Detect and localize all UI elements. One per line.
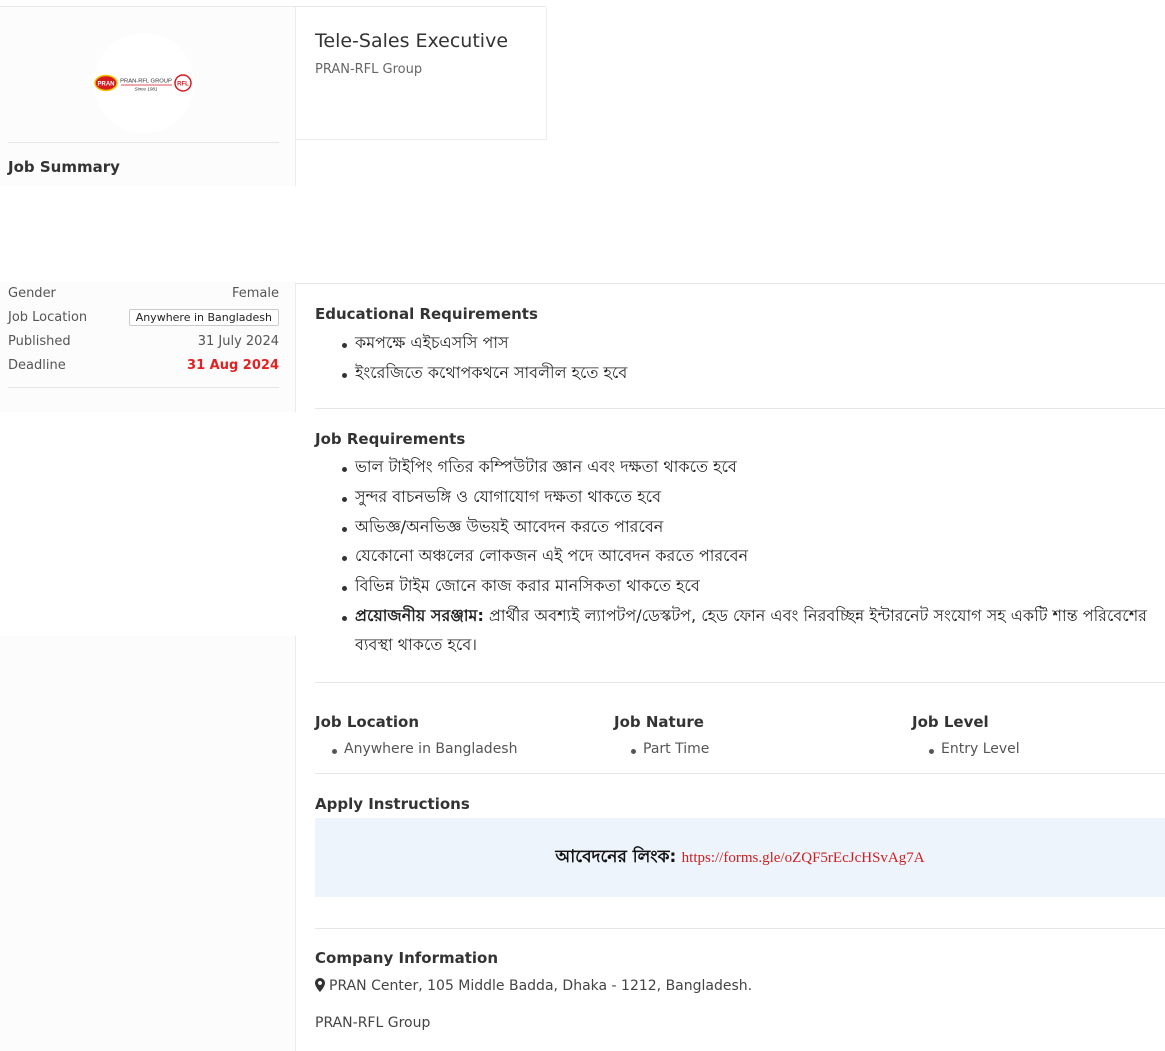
blank-area <box>0 186 298 282</box>
deadline-value: 31 Aug 2024 <box>187 358 279 373</box>
logo-brand-text: PRAN-RFL GROUP <box>120 79 172 85</box>
section-divider <box>315 682 1165 683</box>
requirements-title: Job Requirements <box>315 430 466 448</box>
map-marker-icon <box>315 978 325 992</box>
apply-box: আবেদনের লিংক: https://forms.gle/oZQF5rEc… <box>315 818 1165 897</box>
apply-label: আবেদনের লিংক: <box>555 847 677 867</box>
job-nature-title: Job Nature <box>614 713 704 731</box>
sidebar-divider <box>8 142 279 143</box>
apply-title: Apply Instructions <box>315 795 470 813</box>
summary-value: 31 July 2024 <box>197 334 279 349</box>
summary-row-published: Published 31 July 2024 <box>8 334 279 356</box>
sidebar-divider <box>8 387 279 388</box>
blank-area <box>296 140 1165 283</box>
company-address: PRAN Center, 105 Middle Badda, Dhaka - 1… <box>315 978 752 994</box>
summary-row-gender: Gender Female <box>8 286 279 308</box>
location-badge: Anywhere in Bangladesh <box>128 309 279 326</box>
logo-since-text: Since 1981 <box>135 87 158 92</box>
job-summary-title: Job Summary <box>8 158 120 176</box>
company-name: PRAN-RFL Group <box>315 1015 431 1031</box>
job-company: PRAN-RFL Group <box>315 62 423 77</box>
job-location-value: Anywhere in Bangladesh <box>330 741 517 757</box>
summary-value: Female <box>231 286 279 301</box>
logo-rfl-text: RFL <box>177 81 189 87</box>
list-item: যেকোনো অঞ্চলের লোকজন এই পদে আবেদন করতে প… <box>337 541 1157 571</box>
blank-area <box>0 412 296 636</box>
summary-row-location: Job Location Anywhere in Bangladesh <box>8 309 279 332</box>
job-level-value: Entry Level <box>927 741 1020 757</box>
education-list: কমপক্ষে এইচএসসি পাস ইংরেজিতে কথোপকথনে সা… <box>337 328 627 388</box>
pran-rfl-logo-icon: PRAN PRAN-RFL GROUP Since 1981 RFL <box>94 74 192 92</box>
list-item: কমপক্ষে এইচএসসি পাস <box>337 328 627 358</box>
list-item-equipment: প্রয়োজনীয় সরঞ্জাম: প্রার্থীর অবশ্যই ল্… <box>337 601 1157 659</box>
job-location-title: Job Location <box>315 713 420 731</box>
company-logo: PRAN PRAN-RFL GROUP Since 1981 RFL <box>94 33 194 133</box>
summary-label: Deadline <box>8 358 66 373</box>
requirements-list: ভাল টাইপিং গতির কম্পিউটার জ্ঞান এবং দক্ষ… <box>337 452 1157 659</box>
list-item: অভিজ্ঞ/অনভিজ্ঞ উভয়ই আবেদন করতে পারবেন <box>337 512 1157 542</box>
summary-label: Published <box>8 334 71 349</box>
address-text: PRAN Center, 105 Middle Badda, Dhaka - 1… <box>329 978 753 994</box>
apply-line: আবেদনের লিংক: https://forms.gle/oZQF5rEc… <box>315 844 1165 872</box>
list-item: বিভিন্ন টাইম জোনে কাজ করার মানসিকতা থাকত… <box>337 571 1157 601</box>
summary-label: Job Location <box>8 310 88 325</box>
equipment-label: প্রয়োজনীয় সরঞ্জাম: <box>355 605 484 625</box>
section-divider <box>315 773 1165 774</box>
logo-pran-text: PRAN <box>97 82 114 88</box>
list-item: ইংরেজিতে কথোপকথনে সাবলীল হতে হবে <box>337 358 627 388</box>
section-divider <box>296 283 1165 284</box>
company-info-title: Company Information <box>315 949 499 967</box>
section-divider <box>315 928 1165 929</box>
list-item: সুন্দর বাচনভঙ্গি ও যোগাযোগ দক্ষতা থাকতে … <box>337 482 1157 512</box>
list-item: ভাল টাইপিং গতির কম্পিউটার জ্ঞান এবং দক্ষ… <box>337 452 1157 482</box>
job-title: Tele-Sales Executive <box>315 30 509 52</box>
education-title: Educational Requirements <box>315 305 538 323</box>
summary-label: Gender <box>8 286 56 301</box>
job-level-title: Job Level <box>912 713 989 731</box>
apply-link[interactable]: https://forms.gle/oZQF5rEcJcHSvAg7A <box>682 850 925 866</box>
summary-row-deadline: Deadline 31 Aug 2024 <box>8 358 279 380</box>
job-nature-value: Part Time <box>629 741 709 757</box>
section-divider <box>315 408 1165 409</box>
